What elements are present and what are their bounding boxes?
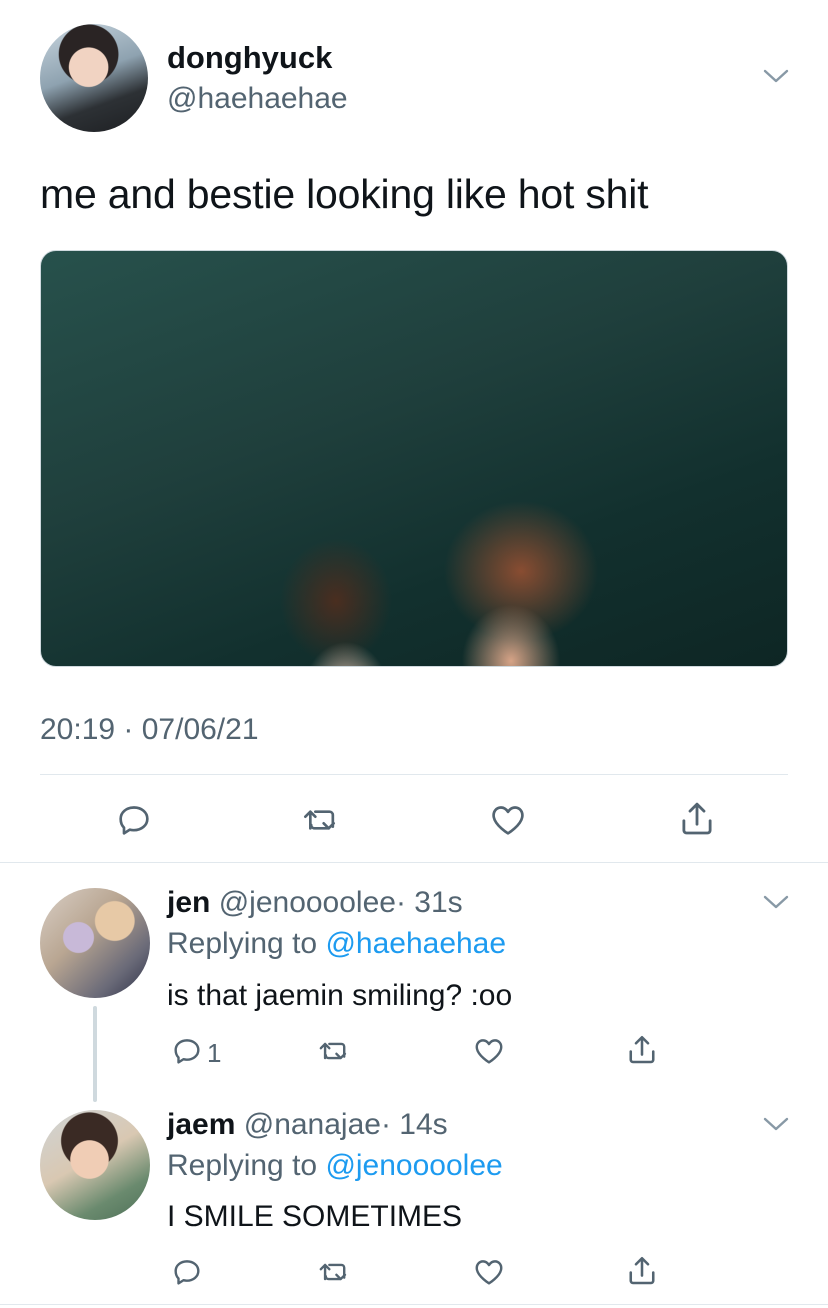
replying-to: Replying to @haehaehae — [167, 927, 506, 961]
user-handle[interactable]: @haehaehae — [167, 82, 348, 116]
replying-to-link[interactable]: @haehaehae — [325, 927, 506, 960]
divider — [40, 774, 788, 775]
chevron-down-icon[interactable] — [762, 1114, 790, 1134]
replying-to: Replying to @jenoooolee — [167, 1149, 503, 1183]
replying-to-label: Replying to — [167, 1149, 326, 1182]
retweet-icon[interactable] — [316, 1255, 354, 1289]
user-handle[interactable]: @nanajae — [244, 1108, 381, 1141]
reply-header: jaem @nanajae· 14s — [167, 1108, 448, 1142]
reply-time: · 14s — [380, 1108, 448, 1141]
thread-line — [93, 1006, 97, 1102]
avatar[interactable] — [40, 1110, 150, 1220]
reply-icon[interactable] — [114, 800, 154, 840]
reply-count: 1 — [207, 1038, 222, 1068]
divider — [0, 862, 828, 863]
retweet-icon[interactable] — [316, 1034, 354, 1068]
reply-icon[interactable] — [170, 1255, 204, 1289]
like-icon[interactable] — [472, 1255, 506, 1289]
reply-text: is that jaemin smiling? :oo — [167, 979, 513, 1012]
reply-time: · 31s — [395, 886, 463, 919]
reply-icon[interactable] — [170, 1034, 204, 1068]
avatar[interactable] — [40, 24, 148, 132]
replying-to-label: Replying to — [167, 927, 326, 960]
display-name[interactable]: jen — [167, 886, 210, 919]
like-icon[interactable] — [488, 800, 528, 840]
display-name[interactable]: jaem — [167, 1108, 235, 1141]
avatar[interactable] — [40, 888, 150, 998]
chevron-down-icon[interactable] — [762, 66, 790, 86]
reply-text: I SMILE SOMETIMES — [167, 1200, 463, 1233]
user-handle[interactable]: @jenoooolee — [219, 886, 396, 919]
replying-to-link[interactable]: @jenoooolee — [325, 1149, 502, 1182]
like-icon[interactable] — [472, 1034, 506, 1068]
divider — [0, 1304, 828, 1305]
tweet-timestamp[interactable]: 20:19 · 07/06/21 — [40, 713, 259, 747]
retweet-icon[interactable] — [300, 800, 344, 840]
chevron-down-icon[interactable] — [762, 892, 790, 912]
share-icon[interactable] — [676, 798, 718, 840]
tweet-photo[interactable] — [40, 250, 788, 667]
reply-header: jen @jenoooolee· 31s — [167, 886, 463, 920]
share-icon[interactable] — [624, 1253, 660, 1289]
tweet-text: me and bestie looking like hot shit — [40, 171, 649, 217]
display-name[interactable]: donghyuck — [167, 40, 332, 76]
share-icon[interactable] — [624, 1032, 660, 1068]
